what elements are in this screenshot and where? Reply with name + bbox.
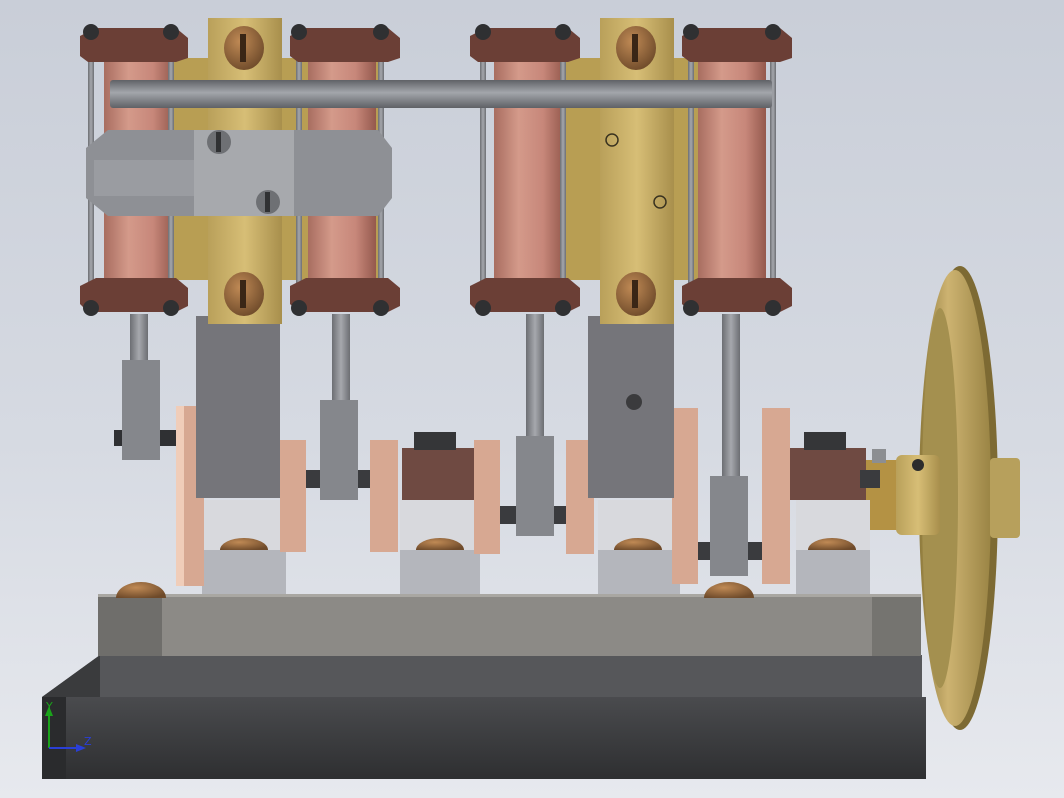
- crosshead-rod: [110, 80, 772, 108]
- base-block: [42, 655, 926, 779]
- triad-y-label: Y: [45, 700, 53, 713]
- valve-block: [86, 130, 392, 216]
- bedplate: [98, 594, 921, 656]
- triad-z-label: Z: [84, 735, 92, 748]
- cad-viewport[interactable]: Y Z: [0, 0, 1064, 798]
- flywheel-hub: [866, 449, 940, 535]
- engine-model: Y Z: [42, 18, 1020, 779]
